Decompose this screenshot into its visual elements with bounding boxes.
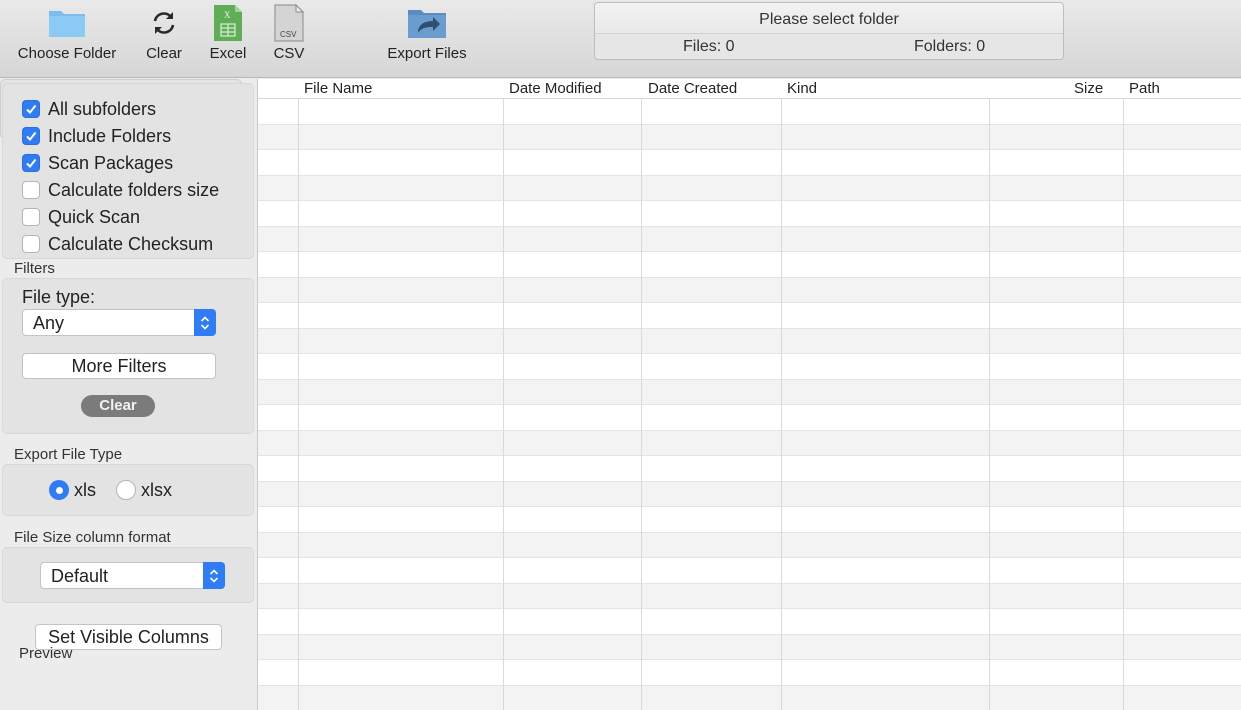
column-divider xyxy=(503,79,504,710)
radio-xls[interactable]: xls xyxy=(49,479,96,501)
csv-file-icon: CSV xyxy=(274,4,304,42)
status-panel: Please select folder Files: 0 Folders: 0 xyxy=(594,2,1064,60)
column-header-kind[interactable]: Kind xyxy=(787,79,817,99)
table-row[interactable] xyxy=(258,558,1241,584)
table-row[interactable] xyxy=(258,405,1241,431)
table-row[interactable] xyxy=(258,609,1241,635)
refresh-icon xyxy=(153,12,175,34)
column-header-date-modified[interactable]: Date Modified xyxy=(509,79,602,99)
column-header-path[interactable]: Path xyxy=(1129,79,1160,99)
radio-xlsx[interactable]: xlsx xyxy=(116,479,172,501)
checkbox-checked-icon[interactable] xyxy=(22,100,40,118)
status-message: Please select folder xyxy=(595,3,1063,34)
table-row[interactable] xyxy=(258,201,1241,227)
filters-title: Filters xyxy=(14,260,55,277)
option-label: Include Folders xyxy=(48,125,172,146)
table-row[interactable] xyxy=(258,481,1241,507)
radio-label: xls xyxy=(74,479,96,500)
table-header: File Name Date Modified Date Created Kin… xyxy=(258,79,1241,99)
column-divider xyxy=(781,79,782,710)
svg-text:CSV: CSV xyxy=(280,30,297,39)
size-format-select[interactable]: Default xyxy=(40,562,225,589)
table-row[interactable] xyxy=(258,660,1241,686)
file-table[interactable]: File Name Date Modified Date Created Kin… xyxy=(258,79,1241,710)
option-calculate-checksum[interactable]: Calculate Checksum xyxy=(22,233,213,255)
excel-button[interactable]: X Excel xyxy=(204,4,252,66)
file-type-value: Any xyxy=(33,313,65,333)
size-format-title: File Size column format xyxy=(14,529,171,546)
table-row[interactable] xyxy=(258,379,1241,405)
option-label: Calculate Checksum xyxy=(48,233,214,254)
csv-button[interactable]: CSV CSV xyxy=(264,4,314,66)
column-header-size[interactable]: Size xyxy=(1074,79,1103,99)
column-divider xyxy=(1123,79,1124,710)
option-label: Quick Scan xyxy=(48,206,141,227)
column-divider xyxy=(298,79,299,710)
option-calculate-folders-size[interactable]: Calculate folders size xyxy=(22,179,219,201)
more-filters-button[interactable]: More Filters xyxy=(22,353,216,379)
choose-folder-button[interactable]: Choose Folder xyxy=(8,4,126,66)
table-row[interactable] xyxy=(258,532,1241,558)
choose-folder-label: Choose Folder xyxy=(17,45,117,62)
size-format-value: Default xyxy=(51,566,109,586)
table-row[interactable] xyxy=(258,277,1241,303)
toolbar: Choose Folder Clear X Excel CSV CSV Expo… xyxy=(0,0,1241,78)
option-quick-scan[interactable]: Quick Scan xyxy=(22,206,140,228)
table-row[interactable] xyxy=(258,303,1241,329)
table-row[interactable] xyxy=(258,354,1241,380)
option-label: Scan Packages xyxy=(48,152,174,173)
radio-selected-icon[interactable] xyxy=(49,480,69,500)
table-row[interactable] xyxy=(258,124,1241,150)
table-row[interactable] xyxy=(258,226,1241,252)
csv-label: CSV xyxy=(273,45,305,62)
checkbox-checked-icon[interactable] xyxy=(22,154,40,172)
svg-text:X: X xyxy=(224,10,231,20)
table-row[interactable] xyxy=(258,456,1241,482)
table-row[interactable] xyxy=(258,328,1241,354)
export-files-button[interactable]: Export Files xyxy=(376,4,478,66)
table-row[interactable] xyxy=(258,634,1241,660)
up-down-stepper-icon xyxy=(194,309,216,336)
column-header-date-created[interactable]: Date Created xyxy=(648,79,737,99)
folders-count: Folders: 0 xyxy=(914,38,986,55)
up-down-stepper-icon xyxy=(203,562,225,589)
excel-file-icon: X xyxy=(214,5,242,41)
folder-icon xyxy=(49,11,85,37)
option-include-folders[interactable]: Include Folders xyxy=(22,125,171,147)
column-header-file-name[interactable]: File Name xyxy=(304,79,372,99)
table-row[interactable] xyxy=(258,99,1241,125)
clear-toolbar-button[interactable]: Clear xyxy=(138,4,190,66)
checkbox-checked-icon[interactable] xyxy=(22,127,40,145)
table-rows xyxy=(258,99,1241,710)
option-all-subfolders[interactable]: All subfolders xyxy=(22,98,156,120)
table-row[interactable] xyxy=(258,175,1241,201)
column-divider xyxy=(989,79,990,710)
files-count: Files: 0 xyxy=(683,38,735,55)
table-row[interactable] xyxy=(258,685,1241,710)
excel-label: Excel xyxy=(209,45,247,62)
table-row[interactable] xyxy=(258,507,1241,533)
radio-unselected-icon[interactable] xyxy=(116,480,136,500)
export-folder-icon xyxy=(408,10,446,38)
preview-title: Preview xyxy=(19,645,73,662)
checkbox-unchecked-icon[interactable] xyxy=(22,235,40,253)
clear-toolbar-label: Clear xyxy=(146,45,182,62)
radio-label: xlsx xyxy=(141,479,172,500)
column-divider xyxy=(641,79,642,710)
file-type-label: File type: xyxy=(22,287,96,307)
clear-filters-button[interactable]: Clear xyxy=(81,395,155,417)
sidebar: All subfolders Include Folders Scan Pack… xyxy=(0,79,258,710)
option-label: Calculate folders size xyxy=(48,179,220,200)
checkbox-unchecked-icon[interactable] xyxy=(22,208,40,226)
checkbox-unchecked-icon[interactable] xyxy=(22,181,40,199)
file-type-select[interactable]: Any xyxy=(22,309,216,336)
export-files-label: Export Files xyxy=(387,45,467,62)
option-scan-packages[interactable]: Scan Packages xyxy=(22,152,173,174)
table-row[interactable] xyxy=(258,252,1241,278)
table-row[interactable] xyxy=(258,150,1241,176)
table-row[interactable] xyxy=(258,583,1241,609)
option-label: All subfolders xyxy=(48,98,157,119)
table-row[interactable] xyxy=(258,430,1241,456)
export-file-type-title: Export File Type xyxy=(14,446,123,463)
